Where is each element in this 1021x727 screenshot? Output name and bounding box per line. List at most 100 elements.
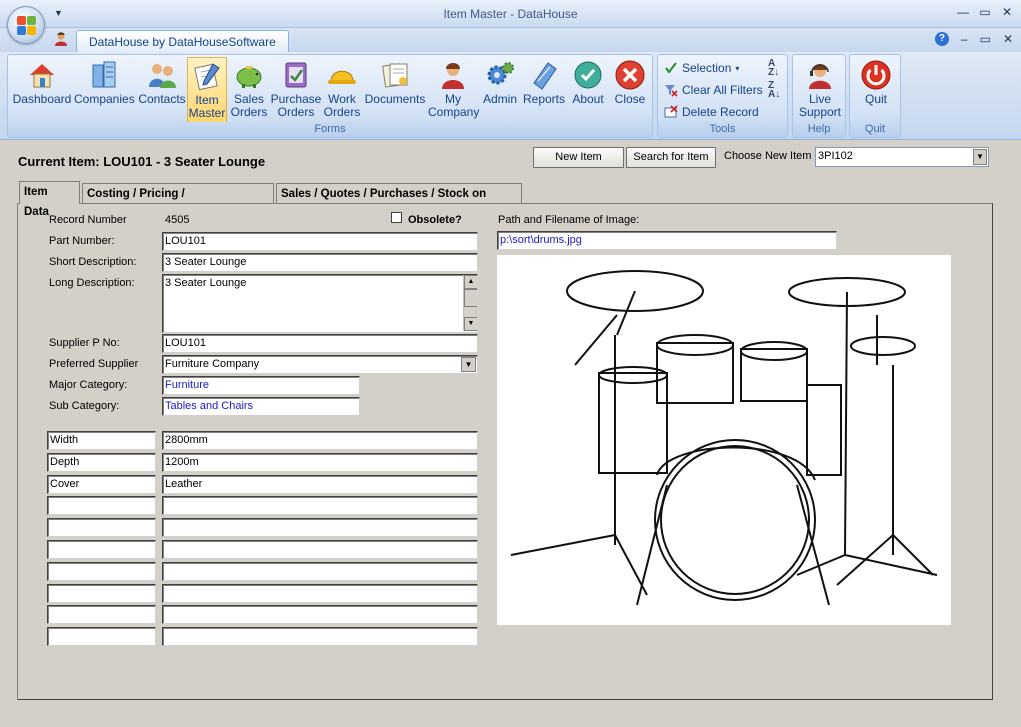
scroll-thumb[interactable] [464, 289, 477, 307]
long-description-text: 3 Seater Lounge [165, 277, 247, 289]
about-button[interactable]: About [568, 57, 608, 123]
major-category-field[interactable]: Furniture [162, 376, 360, 395]
office-button-icon[interactable] [7, 6, 45, 44]
delete-record-button[interactable]: Delete Record [664, 103, 759, 121]
help-group-label: Help [793, 122, 845, 137]
attribute-name-field[interactable] [47, 561, 156, 581]
reports-button[interactable]: Reports [522, 57, 566, 123]
attribute-name-field[interactable]: Width [47, 431, 156, 450]
attribute-value-field[interactable] [162, 583, 478, 603]
attribute-value-field[interactable] [162, 627, 478, 647]
search-item-button[interactable]: Search for Item [626, 147, 716, 168]
image-path-field[interactable]: p:\sort\drums.jpg [497, 231, 837, 250]
attribute-value-field[interactable] [162, 561, 478, 581]
attribute-name-field[interactable] [47, 605, 156, 625]
companies-button[interactable]: Companies [74, 57, 135, 123]
obsolete-label: Obsolete? [408, 214, 462, 226]
tab-item-data[interactable]: Item Data [19, 181, 80, 218]
preferred-supplier-combo[interactable]: Furniture Company ▼ [162, 355, 478, 374]
help-group: Live Support Help [792, 54, 846, 138]
help-icon[interactable]: ? [934, 32, 949, 46]
close-circle-icon [615, 60, 645, 90]
record-number-label: Record Number [49, 214, 127, 226]
mdi-minimize-icon[interactable]: – [961, 32, 968, 46]
current-item-title: Current Item: LOU101 - 3 Seater Lounge [18, 154, 266, 169]
attribute-value-field[interactable] [162, 605, 478, 625]
forms-group: Dashboard Companies Contacts Item Master… [7, 54, 653, 138]
dashboard-button[interactable]: Dashboard [12, 57, 72, 123]
tools-group-label: Tools [658, 122, 787, 137]
combo-dropdown-icon[interactable]: ▼ [973, 149, 987, 165]
attribute-name-field[interactable] [47, 583, 156, 603]
maximize-icon[interactable]: ▭ [979, 5, 991, 19]
live-support-button[interactable]: Live Support [795, 57, 845, 123]
long-description-scrollbar[interactable]: ▲ ▼ [463, 275, 477, 331]
attribute-value-field[interactable] [162, 496, 478, 516]
attribute-name-field[interactable]: Cover [47, 474, 156, 494]
house-icon [30, 64, 54, 88]
attribute-value-field[interactable]: 1200m [162, 452, 478, 472]
item-master-button[interactable]: Item Master [187, 57, 227, 123]
supplier-dropdown-icon[interactable]: ▼ [461, 357, 476, 372]
part-number-label: Part Number: [49, 235, 115, 247]
minimize-icon[interactable]: — [957, 5, 969, 19]
documents-button[interactable]: Documents [364, 57, 426, 123]
mdi-restore-icon[interactable]: ▭ [980, 32, 991, 46]
clear-filter-icon [665, 85, 678, 97]
user-account-icon[interactable] [53, 31, 69, 47]
sub-category-label: Sub Category: [49, 400, 120, 412]
attribute-value-field[interactable] [162, 540, 478, 559]
sort-ascending-icon[interactable]: A Z↓ [768, 59, 779, 78]
short-description-label: Short Description: [49, 256, 137, 268]
long-description-field[interactable]: 3 Seater Lounge ▲ ▼ [162, 274, 478, 333]
admin-button[interactable]: Admin [480, 57, 520, 123]
choose-item-label: Choose New Item [724, 150, 812, 162]
gears-icon [487, 62, 514, 85]
attribute-name-field[interactable] [47, 518, 156, 538]
tab-costing[interactable]: Costing / Pricing / Documentation [82, 183, 274, 220]
contacts-icon [149, 64, 176, 88]
attribute-value-field[interactable] [162, 518, 478, 538]
reports-book-icon [533, 62, 557, 90]
part-number-field[interactable]: LOU101 [162, 232, 478, 251]
short-description-field[interactable]: 3 Seater Lounge [162, 253, 478, 272]
sort-descending-icon[interactable]: Z A↓ [768, 81, 780, 100]
purchase-order-icon [285, 62, 307, 88]
obsolete-checkbox[interactable] [391, 212, 402, 223]
title-bar: ▼ Item Master - DataHouse — ▭ ✕ [0, 0, 1021, 28]
supplier-pno-field[interactable]: LOU101 [162, 334, 478, 353]
major-category-label: Major Category: [49, 379, 128, 391]
choose-item-combo[interactable]: 3PI102 ▼ [815, 147, 989, 167]
new-item-button[interactable]: New Item [533, 147, 624, 168]
scroll-down-icon[interactable]: ▼ [464, 317, 477, 331]
tab-sales[interactable]: Sales / Quotes / Purchases / Stock on Ha… [276, 183, 522, 220]
attribute-name-field[interactable] [47, 627, 156, 647]
mdi-close-icon[interactable]: ✕ [1003, 32, 1013, 46]
quit-group: Quit Quit [849, 54, 901, 138]
sales-orders-button[interactable]: Sales Orders [230, 57, 268, 123]
attribute-value-field[interactable]: 2800mm [162, 431, 478, 450]
sub-category-field[interactable]: Tables and Chairs [162, 397, 360, 416]
tab-datahouse[interactable]: DataHouse by DataHouseSoftware [76, 30, 289, 52]
work-orders-button[interactable]: Work Orders [322, 57, 362, 123]
attribute-name-field[interactable] [47, 540, 156, 559]
close-button[interactable]: Close [610, 57, 650, 123]
clear-filters-button[interactable]: Clear All Filters [664, 81, 763, 99]
choose-item-value: 3PI102 [818, 150, 853, 162]
quit-button[interactable]: Quit [852, 57, 900, 123]
scroll-up-icon[interactable]: ▲ [464, 275, 477, 289]
support-person-icon [442, 63, 464, 89]
attribute-name-field[interactable]: Depth [47, 452, 156, 472]
long-description-label: Long Description: [49, 277, 135, 289]
purchase-orders-button[interactable]: Purchase Orders [270, 57, 322, 123]
forms-group-label: Forms [8, 122, 652, 137]
image-path-label: Path and Filename of Image: [498, 214, 640, 226]
attribute-name-field[interactable] [47, 496, 156, 516]
notepad-pen-icon [194, 63, 220, 91]
my-company-button[interactable]: My Company [428, 57, 479, 123]
contacts-button[interactable]: Contacts [136, 57, 188, 123]
close-window-icon[interactable]: ✕ [1001, 5, 1013, 19]
hard-hat-icon [328, 70, 356, 84]
selection-menu[interactable]: Selection ▾ [664, 59, 739, 77]
attribute-value-field[interactable]: Leather [162, 474, 478, 494]
